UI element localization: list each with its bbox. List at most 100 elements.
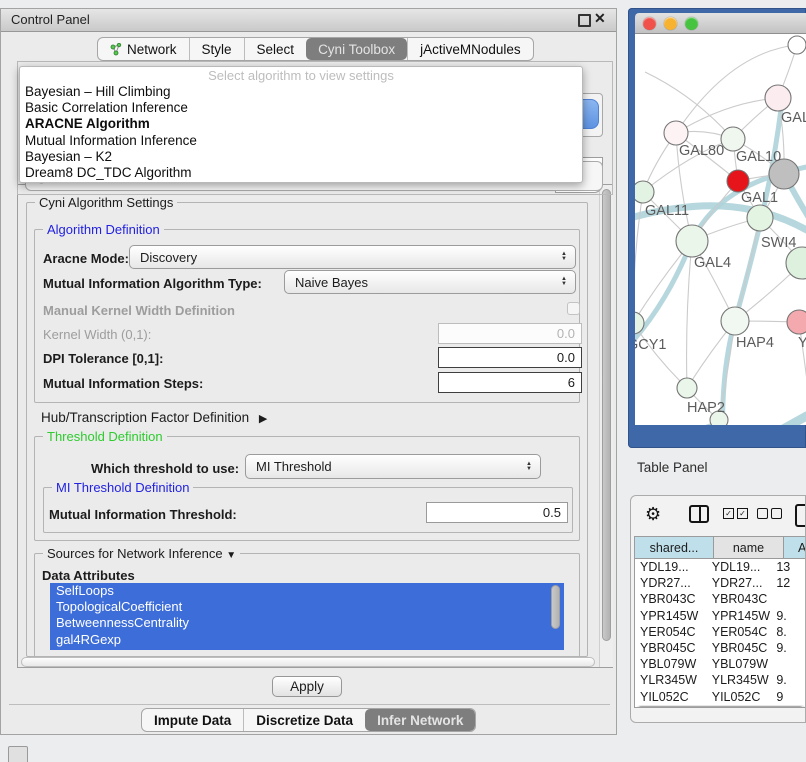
which-threshold-label: Which threshold to use: — [91, 461, 239, 476]
network-node-gal1[interactable] — [727, 170, 749, 192]
table-row[interactable]: YER054CYER054C8. — [635, 624, 806, 640]
algorithm-option-dream8-dc-tdc-algorithm[interactable]: Dream8 DC_TDC Algorithm — [20, 165, 582, 181]
tab-cyni-toolbox[interactable]: Cyni Toolbox — [306, 38, 407, 60]
table-cell — [770, 656, 806, 672]
network-edge-teal[interactable] — [635, 422, 719, 425]
kernel-width-field[interactable]: 0.0 — [438, 323, 582, 344]
table-row[interactable]: YDR27...YDR27...12 — [635, 575, 806, 591]
table-row[interactable]: YPR145WYPR145W9. — [635, 608, 806, 624]
tab-infer-network[interactable]: Infer Network — [365, 709, 475, 731]
tab-style[interactable]: Style — [189, 38, 244, 60]
algorithm-option-bayesian-k2[interactable]: Bayesian – K2 — [20, 149, 582, 165]
table-row[interactable]: YBR043CYBR043C — [635, 591, 806, 607]
control-panel-tabbar: Network Style SelectCyni ToolboxjActiveMNo… — [97, 37, 534, 61]
network-node-y[interactable] — [787, 310, 806, 334]
table-row[interactable]: YLR345WYLR345W9. — [635, 672, 806, 688]
tab-jactivemnodules[interactable]: jActiveMNodules — [407, 38, 533, 60]
settings-vscrollbar-thumb[interactable] — [602, 189, 611, 641]
mi-algorithm-type-value: Naive Bayes — [295, 275, 368, 290]
gear-icon[interactable]: ⚙ — [645, 504, 661, 525]
dpi-tolerance-field[interactable]: 0.0 — [438, 347, 582, 368]
float-window-icon[interactable] — [578, 14, 591, 27]
table-row[interactable]: YBR045CYBR045C9. — [635, 640, 806, 656]
table-cell: YBL079W — [635, 656, 707, 672]
network-node-gal4[interactable] — [676, 225, 708, 257]
table-cell: YIL052C — [707, 689, 771, 705]
network-node-gal[interactable] — [765, 85, 791, 111]
settings-hscrollbar-thumb[interactable] — [21, 657, 595, 667]
network-node-label-gal1: GAL1 — [741, 190, 778, 206]
attribute-item-topologicalcoefficient[interactable]: TopologicalCoefficient — [50, 599, 564, 615]
tab-discretize-data[interactable]: Discretize Data — [243, 709, 365, 731]
network-node[interactable] — [786, 247, 806, 279]
select-all-checkboxes-icon[interactable]: ✓ ✓ — [723, 508, 748, 519]
algorithm-dropdown-prompt: Select algorithm to view settings — [20, 67, 582, 84]
network-node-hap2[interactable] — [677, 378, 697, 398]
network-node-label-hap4: HAP4 — [736, 335, 774, 351]
column-header-a[interactable]: A — [784, 537, 806, 559]
column-header-name[interactable]: name — [714, 537, 784, 559]
deselect-all-checkboxes-icon[interactable] — [757, 508, 782, 519]
table-row[interactable]: YDL19...YDL19...13 — [635, 559, 806, 575]
tab-impute-data[interactable]: Impute Data — [142, 709, 243, 731]
tab-select[interactable]: Select — [244, 38, 307, 60]
hub-definition-toggle[interactable]: Hub/Transcription Factor Definition ▶ — [41, 410, 267, 425]
combo-arrows-icon: ▲▼ — [526, 462, 532, 472]
network-canvas[interactable]: GALGAL80GAL10GAL1GAL11SWI4GAL4GCY1HAP4YH… — [635, 34, 806, 425]
table-hscrollbar-thumb[interactable] — [637, 706, 804, 708]
table-export-icon[interactable] — [795, 504, 806, 527]
algorithm-option-aracne-algorithm[interactable]: ARACNE Algorithm — [20, 116, 582, 132]
manual-kernel-width-checkbox[interactable] — [567, 302, 580, 315]
network-node-gal11[interactable] — [635, 181, 654, 203]
attributes-list-scrollbar[interactable] — [551, 585, 560, 629]
table-panel: ⚙ ✓ ✓ shared...nameA YDL19...YDL19...13Y… — [630, 495, 806, 723]
settings-hscrollbar-track[interactable] — [21, 657, 595, 667]
chevron-down-icon[interactable]: ▼ — [226, 550, 236, 561]
split-panel-icon[interactable] — [689, 505, 709, 523]
table-cell: YDL19... — [635, 559, 707, 575]
aracne-mode-combo[interactable]: Discovery ▲▼ — [129, 245, 576, 269]
table-cell: YER054C — [635, 624, 707, 640]
algorithm-option-mutual-information-inference[interactable]: Mutual Information Inference — [20, 133, 582, 149]
tab-label: Style — [202, 42, 232, 57]
attribute-item-selfloops[interactable]: SelfLoops — [50, 583, 564, 599]
table-row[interactable]: YIL052CYIL052C9 — [635, 689, 806, 705]
which-threshold-combo[interactable]: MI Threshold ▲▼ — [245, 454, 541, 479]
tab-network[interactable]: Network — [98, 38, 189, 60]
table-cell: YPR145W — [707, 608, 771, 624]
network-node-gal10[interactable] — [721, 127, 745, 151]
network-node-label-y: Y — [798, 335, 806, 351]
mi-threshold-field[interactable]: 0.5 — [426, 502, 568, 523]
network-node-swi4[interactable] — [747, 205, 773, 231]
network-window-titlebar[interactable] — [635, 13, 806, 34]
network-node-gal80[interactable] — [664, 121, 688, 145]
table-cell: 9 — [770, 689, 806, 705]
algorithm-option-bayesian-hill-climbing[interactable]: Bayesian – Hill Climbing — [20, 84, 582, 100]
table-hscrollbar-track[interactable] — [636, 705, 806, 708]
threshold-definition-group: Threshold Definition Which threshold to … — [34, 436, 580, 541]
network-edge-teal[interactable] — [751, 406, 806, 425]
table-row[interactable]: YBL079WYBL079W — [635, 656, 806, 672]
control-panel-titlebar[interactable]: Control Panel ✕ — [1, 9, 616, 32]
column-header-shared[interactable]: shared... — [635, 537, 714, 559]
mi-steps-label: Mutual Information Steps: — [43, 376, 203, 391]
table-cell: YBR043C — [707, 591, 771, 607]
network-edge[interactable] — [676, 98, 778, 133]
algorithm-option-basic-correlation-inference[interactable]: Basic Correlation Inference — [20, 100, 582, 116]
zoom-traffic-light-icon[interactable] — [685, 17, 698, 30]
mi-algorithm-type-combo[interactable]: Naive Bayes ▲▼ — [284, 270, 576, 294]
attribute-item-betweennesscentrality[interactable]: BetweennessCentrality — [50, 615, 564, 631]
settings-vscrollbar-track[interactable] — [599, 185, 613, 667]
network-edge[interactable] — [687, 241, 692, 388]
network-node[interactable] — [788, 36, 806, 54]
close-traffic-light-icon[interactable] — [643, 17, 656, 30]
network-node-hap4[interactable] — [721, 307, 749, 335]
close-icon[interactable]: ✕ — [594, 10, 606, 27]
node-table: shared...nameA YDL19...YDL19...13YDR27..… — [634, 536, 806, 708]
minimized-panel-icon[interactable] — [8, 746, 28, 762]
minimize-traffic-light-icon[interactable] — [664, 17, 677, 30]
attribute-item-gal4rgexp[interactable]: gal4RGexp — [50, 632, 564, 648]
apply-button[interactable]: Apply — [272, 676, 342, 697]
mi-steps-field[interactable]: 6 — [438, 372, 582, 393]
data-attributes-list[interactable]: SelfLoopsTopologicalCoefficientBetweenne… — [50, 583, 564, 650]
